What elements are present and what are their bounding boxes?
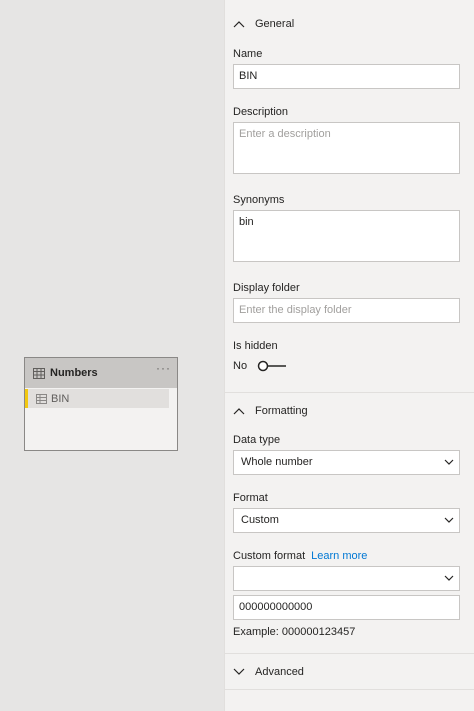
format-value: Custom — [241, 514, 279, 526]
data-type-dropdown[interactable]: Whole number — [233, 450, 460, 475]
custom-format-label: Custom format — [233, 550, 306, 562]
is-hidden-toggle[interactable] — [257, 360, 287, 372]
format-dropdown[interactable]: Custom — [233, 508, 460, 533]
table-card-numbers[interactable]: Numbers ··· BIN — [24, 357, 178, 451]
display-folder-field[interactable]: Enter the display folder — [233, 298, 460, 323]
is-hidden-label: Is hidden — [233, 340, 278, 352]
section-general-title: General — [255, 18, 295, 30]
table-card-title: Numbers — [50, 367, 98, 379]
chevron-up-icon — [233, 407, 245, 414]
field-table-icon — [36, 393, 47, 404]
table-card-header[interactable]: Numbers ··· — [25, 358, 177, 388]
section-advanced-title: Advanced — [255, 665, 304, 678]
section-formatting-title: Formatting — [255, 404, 308, 417]
section-advanced-header[interactable]: Advanced — [225, 653, 474, 689]
synonyms-label: Synonyms — [233, 194, 285, 206]
chevron-down-icon — [444, 517, 454, 523]
name-field[interactable]: BIN — [233, 64, 460, 89]
chevron-down-icon — [444, 459, 454, 465]
data-type-label: Data type — [233, 434, 281, 446]
is-hidden-value: No — [233, 360, 248, 372]
chevron-down-icon — [444, 575, 454, 581]
model-canvas[interactable]: Numbers ··· BIN — [0, 0, 224, 711]
description-label: Description — [233, 106, 289, 118]
custom-format-field[interactable]: 000000000000 — [233, 595, 460, 620]
format-example-text: Example: 000000123457 — [233, 626, 356, 638]
table-icon — [33, 367, 45, 379]
custom-format-dropdown[interactable] — [233, 566, 460, 591]
field-label: BIN — [51, 392, 70, 405]
data-type-value: Whole number — [241, 456, 313, 468]
section-general-header[interactable]: General — [225, 6, 474, 42]
section-formatting-header[interactable]: Formatting — [225, 392, 474, 428]
more-options-icon[interactable]: ··· — [156, 362, 171, 374]
learn-more-link[interactable]: Learn more — [311, 550, 367, 562]
chevron-up-icon — [233, 21, 245, 28]
divider — [225, 689, 474, 690]
is-hidden-toggle-row: No — [233, 360, 287, 372]
custom-format-label-row: Custom format Learn more — [233, 550, 367, 562]
format-label: Format — [233, 492, 268, 504]
name-label: Name — [233, 48, 263, 60]
table-field-bin[interactable]: BIN — [25, 389, 169, 408]
synonyms-field[interactable]: bin — [233, 210, 460, 262]
properties-pane: General Name BIN Description Enter a des… — [224, 0, 474, 711]
description-field[interactable]: Enter a description — [233, 122, 460, 174]
chevron-down-icon — [233, 668, 245, 675]
display-folder-label: Display folder — [233, 282, 300, 294]
